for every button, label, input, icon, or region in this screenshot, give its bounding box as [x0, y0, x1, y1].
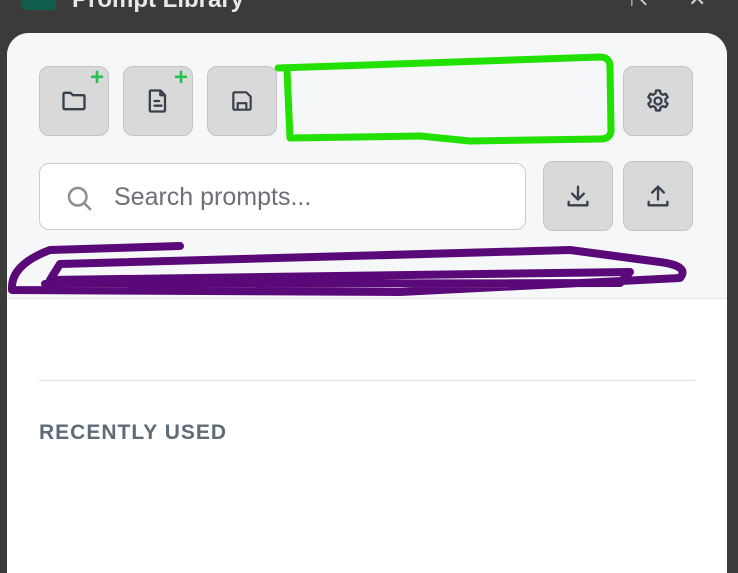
green-annotation-box — [274, 53, 615, 145]
purple-scribble — [7, 242, 687, 296]
annotation-overlay — [7, 53, 687, 296]
